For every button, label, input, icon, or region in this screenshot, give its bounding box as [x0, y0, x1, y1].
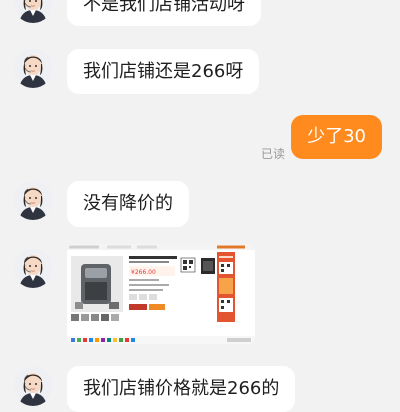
message-text: 我们店铺价格就是266的 [83, 378, 280, 399]
message-text: 不是我们店铺活动呀 [83, 0, 245, 15]
agent-avatar-icon[interactable] [13, 0, 53, 23]
incoming-message-bubble[interactable]: 我们店铺还是266呀 [67, 49, 260, 94]
message-text: 我们店铺还是266呀 [83, 60, 244, 82]
agent-avatar-icon[interactable] [13, 366, 53, 406]
read-status: 已读 [260, 147, 285, 161]
image-message-bubble[interactable]: ¥266.00 [67, 244, 255, 344]
message-text: 没有降价的 [83, 193, 173, 214]
product-screenshot-image: ¥266.00 [67, 244, 255, 344]
product-price: ¥266.00 [131, 269, 156, 276]
incoming-message-bubble[interactable]: 我们店铺价格就是266的 [67, 366, 296, 412]
agent-avatar-icon[interactable] [13, 48, 53, 88]
outgoing-message-bubble[interactable]: 少了30 [291, 115, 382, 159]
incoming-message-bubble[interactable]: 没有降价的 [67, 181, 189, 227]
agent-avatar-icon[interactable] [13, 248, 53, 288]
incoming-message-bubble[interactable]: 不是我们店铺活动呀 [67, 0, 261, 26]
agent-avatar-icon[interactable] [13, 180, 53, 220]
message-text: 少了30 [307, 126, 366, 147]
